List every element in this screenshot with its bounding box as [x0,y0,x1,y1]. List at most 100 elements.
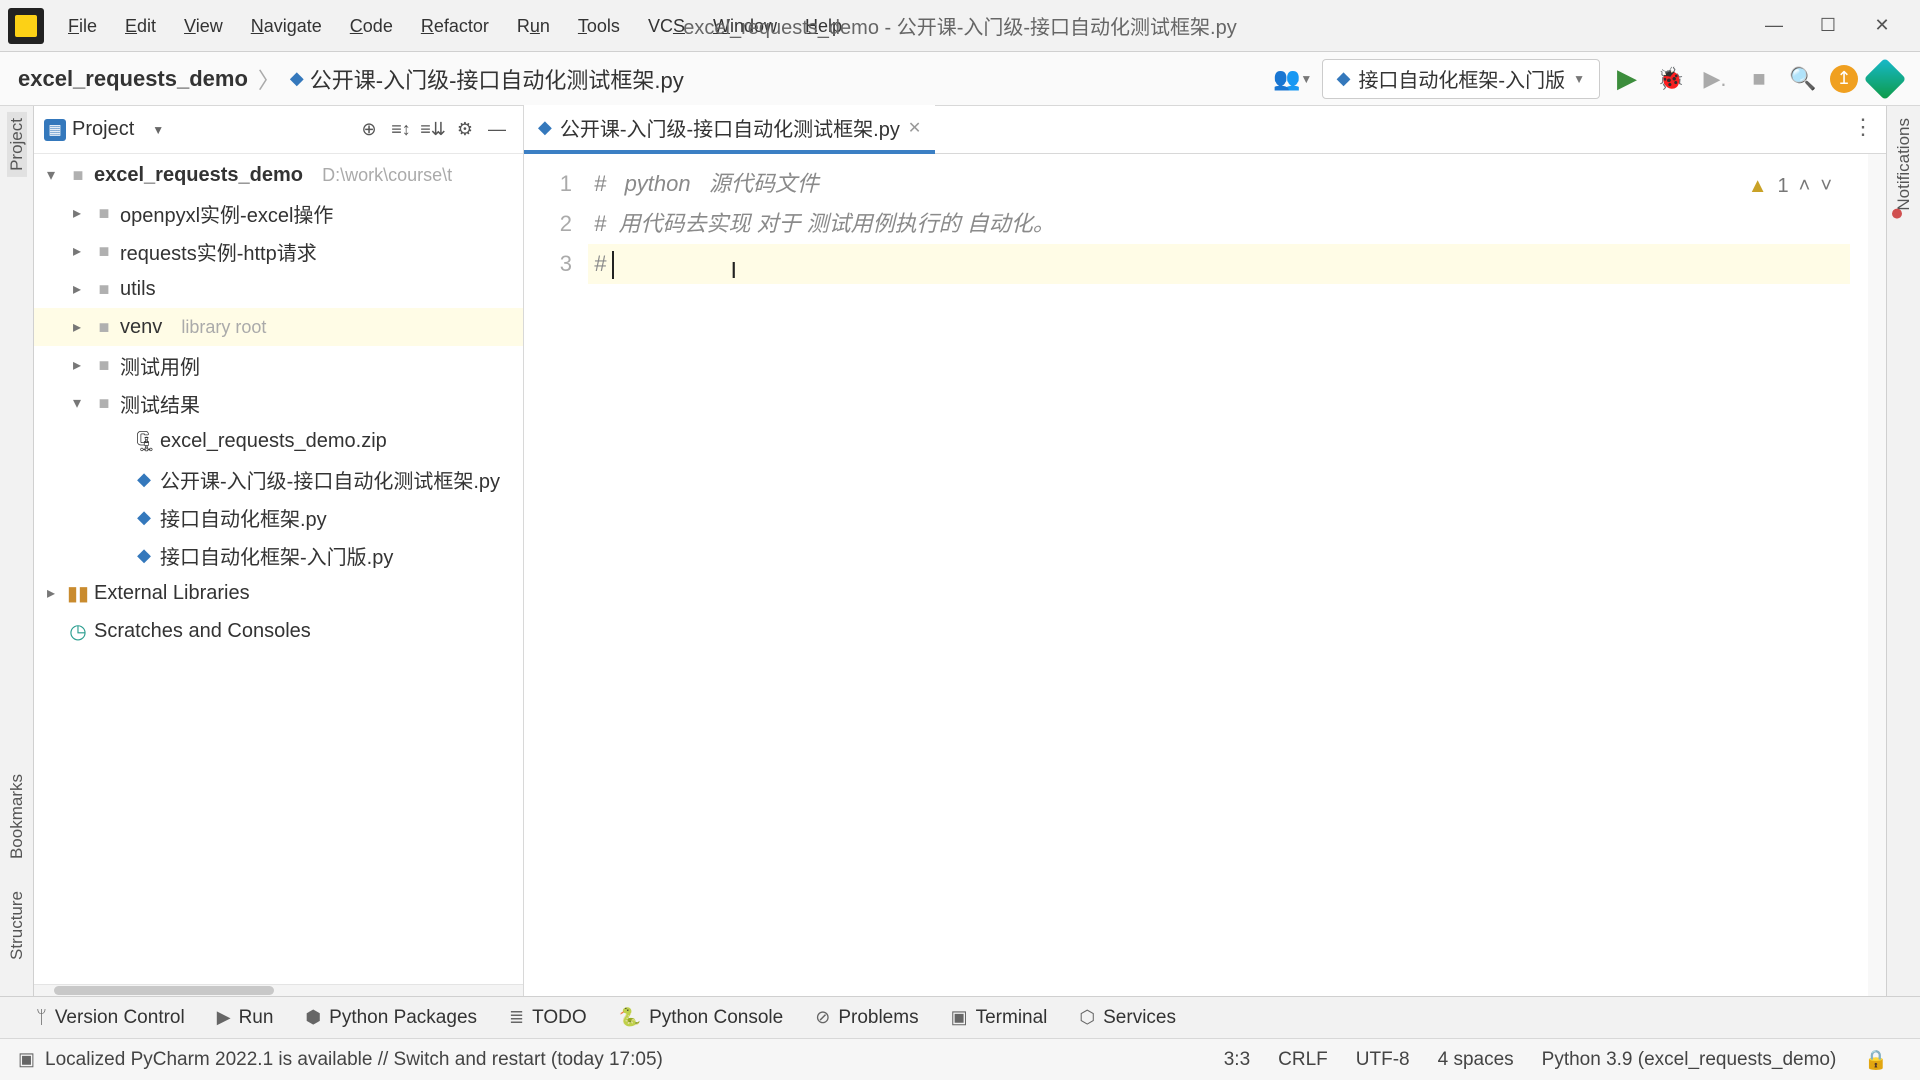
structure-tool-button[interactable]: Structure [7,885,27,966]
python-file-icon: ◆ [132,469,156,490]
chevron-down-icon[interactable]: ▾ [66,393,88,413]
editor-more-button[interactable]: ⋮ [1852,114,1874,140]
folder-icon: ■ [66,165,90,186]
editor-area: ◆ 公开课-入门级-接口自动化测试框架.py ✕ ⋮ 1 2 3 # pytho… [524,106,1886,996]
tree-item-folder[interactable]: ▸■openpyxl实例-excel操作 [34,194,523,232]
folder-icon: ■ [92,355,116,376]
problems-tool-button[interactable]: ⊘Problems [807,1007,926,1029]
hide-panel-button[interactable]: — [481,114,513,146]
tree-external-libraries[interactable]: ▸▮▮External Libraries [34,574,523,612]
tree-item-folder[interactable]: ▸■utils [34,270,523,308]
play-icon: ▶ [217,1007,231,1028]
notifications-tool-button[interactable]: Notifications [1894,112,1914,217]
indent-settings[interactable]: 4 spaces [1424,1049,1528,1071]
project-panel: ▦ Project ▼ ⊕ ≡↕ ≡⇊ ⚙ — ▾ ■ excel_reques… [34,106,524,996]
run-configuration-selector[interactable]: ◆ 接口自动化框架-入门版 ▼ [1322,59,1600,99]
python-file-icon: ◆ [132,507,156,528]
close-tab-button[interactable]: ✕ [908,118,921,138]
toolbox-app-icon[interactable] [1868,62,1902,96]
file-encoding[interactable]: UTF-8 [1342,1049,1424,1071]
caret-position[interactable]: 3:3 [1210,1049,1264,1071]
breadcrumb-root[interactable]: excel_requests_demo [18,66,248,92]
scratches-icon: ◷ [66,619,90,644]
code-line: # 用代码去实现 对于 测试用例执行的 自动化。 [594,204,1858,244]
mouse-ibeam-icon: Ⅰ [731,251,751,279]
tree-item-zip[interactable]: 🗜excel_requests_demo.zip [34,422,523,460]
editor-gutter: 1 2 3 [524,154,588,996]
tree-item-python-file[interactable]: ◆接口自动化框架-入门版.py [34,536,523,574]
bookmarks-tool-button[interactable]: Bookmarks [7,768,27,865]
tree-item-folder[interactable]: ▸■requests实例-http请求 [34,232,523,270]
tree-item-venv[interactable]: ▸■venv library root [34,308,523,346]
read-only-toggle-icon[interactable]: 🔒 [1850,1048,1902,1072]
package-icon: ⬢ [305,1007,321,1028]
menu-edit[interactable]: Edit [111,0,170,52]
code-editor[interactable]: 1 2 3 # python 源代码文件 # 用代码去实现 对于 测试用例执行的… [524,154,1886,996]
chevron-down-icon[interactable]: ▾ [40,165,62,185]
chevron-right-icon[interactable]: ▸ [66,355,88,375]
search-everywhere-button[interactable]: 🔍 [1786,62,1820,96]
project-settings-button[interactable]: ⚙ [449,114,481,146]
menu-code[interactable]: Code [336,0,407,52]
editor-tabbar: ◆ 公开课-入门级-接口自动化测试框架.py ✕ ⋮ [524,106,1886,154]
menu-refactor[interactable]: Refactor [407,0,503,52]
python-packages-tool-button[interactable]: ⬢Python Packages [297,1007,485,1029]
stop-button[interactable]: ■ [1742,62,1776,96]
project-tool-button[interactable]: Project [7,112,27,177]
chevron-right-icon[interactable]: ▸ [66,241,88,261]
select-opened-file-button[interactable]: ⊕ [353,114,385,146]
line-separator[interactable]: CRLF [1264,1049,1342,1071]
debug-button[interactable]: 🐞 [1654,62,1688,96]
archive-icon: 🗜 [132,429,156,454]
python-console-tool-button[interactable]: 🐍Python Console [611,1007,792,1029]
python-file-icon: ◆ [1337,68,1351,89]
tree-item-folder[interactable]: ▾■测试结果 [34,384,523,422]
python-interpreter[interactable]: Python 3.9 (excel_requests_demo) [1528,1049,1851,1071]
breadcrumb-file[interactable]: ◆ 公开课-入门级-接口自动化测试框架.py [290,63,684,95]
menu-view[interactable]: View [170,0,237,52]
tool-windows-toggle-icon[interactable]: ▣ [18,1049,45,1070]
collapse-all-button[interactable]: ≡⇊ [417,114,449,146]
services-tool-button[interactable]: ⬡Services [1071,1007,1184,1029]
breadcrumb: excel_requests_demo 〉 ◆ 公开课-入门级-接口自动化测试框… [0,63,684,95]
tree-scratches[interactable]: ◷Scratches and Consoles [34,612,523,650]
python-icon: 🐍 [619,1007,641,1028]
editor-tab[interactable]: ◆ 公开课-入门级-接口自动化测试框架.py ✕ [524,105,935,154]
todo-tool-button[interactable]: ≣TODO [501,1007,595,1029]
menu-file[interactable]: File [54,0,111,52]
window-close-button[interactable]: ✕ [1868,12,1896,40]
chevron-right-icon[interactable]: ▸ [66,203,88,223]
expand-all-button[interactable]: ≡↕ [385,114,417,146]
chevron-right-icon[interactable]: ▸ [66,317,88,337]
project-tree[interactable]: ▾ ■ excel_requests_demo D:\work\course\t… [34,154,523,984]
run-tool-button[interactable]: ▶Run [209,1007,282,1029]
tree-item-python-file[interactable]: ◆接口自动化框架.py [34,498,523,536]
tree-root[interactable]: ▾ ■ excel_requests_demo D:\work\course\t [34,156,523,194]
chevron-right-icon[interactable]: ▸ [66,279,88,299]
menu-run[interactable]: Run [503,0,564,52]
menu-tools[interactable]: Tools [564,0,634,52]
warning-icon: ⊘ [815,1007,830,1028]
ide-updates-button[interactable]: ↥ [1830,65,1858,93]
window-maximize-button[interactable]: ☐ [1814,12,1842,40]
status-message[interactable]: Localized PyCharm 2022.1 is available //… [45,1049,663,1071]
folder-icon: ■ [92,203,116,224]
menu-navigate[interactable]: Navigate [237,0,336,52]
chevron-right-icon[interactable]: ▸ [40,583,62,603]
run-with-coverage-button[interactable]: ▶. [1698,62,1732,96]
status-bar: ▣ Localized PyCharm 2022.1 is available … [0,1038,1920,1080]
window-title: excel_requests_demo - 公开课-入门级-接口自动化测试框架.… [683,11,1236,40]
navigation-bar: excel_requests_demo 〉 ◆ 公开课-入门级-接口自动化测试框… [0,52,1920,106]
version-control-tool-button[interactable]: ᛘVersion Control [28,1007,193,1029]
tree-item-python-file[interactable]: ◆公开课-入门级-接口自动化测试框架.py [34,460,523,498]
window-minimize-button[interactable]: — [1760,12,1788,40]
folder-icon: ■ [92,317,116,338]
terminal-tool-button[interactable]: ▣Terminal [943,1007,1056,1029]
horizontal-scrollbar[interactable] [34,984,523,996]
services-icon: ⬡ [1079,1007,1095,1028]
code-with-me-button[interactable]: 👥 ▼ [1278,62,1312,96]
tree-item-folder[interactable]: ▸■测试用例 [34,346,523,384]
run-button[interactable]: ▶ [1610,62,1644,96]
editor-marker-bar[interactable] [1868,154,1886,996]
project-view-selector[interactable]: ▦ Project ▼ [44,118,164,141]
